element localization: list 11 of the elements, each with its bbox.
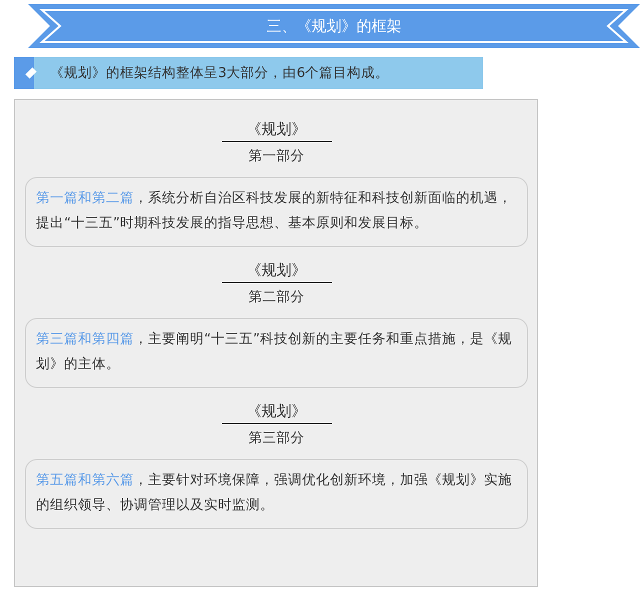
section-title: 《规划》: [222, 120, 332, 142]
summary-text: 《规划》的框架结构整体呈3大部分，由6个篇目构成。: [50, 64, 390, 82]
section-subtitle: 第一部分: [248, 147, 304, 165]
section-subtitle: 第二部分: [248, 288, 304, 306]
section-subtitle: 第三部分: [248, 429, 304, 447]
section-paragraph: 第一篇和第二篇，系统分析自治区科技发展的新特征和科技创新面临的机遇，提出“十三五”时期科技发展的指导思想、基本原则和发展目标。: [25, 177, 528, 247]
section-title: 《规划》: [222, 261, 332, 283]
section-paragraph: 第三篇和第四篇，主要阐明“十三五”科技创新的主要任务和重点措施，是《规划》的主体。: [25, 318, 528, 388]
banner-title: 三、《规划》的框架: [266, 16, 402, 36]
section-paragraph: 第五篇和第六篇，主要针对环境保障，强调优化创新环境，加强《规划》实施的组织领导、协调管理以及实时监测。: [25, 459, 528, 529]
section-title: 《规划》: [222, 402, 332, 424]
